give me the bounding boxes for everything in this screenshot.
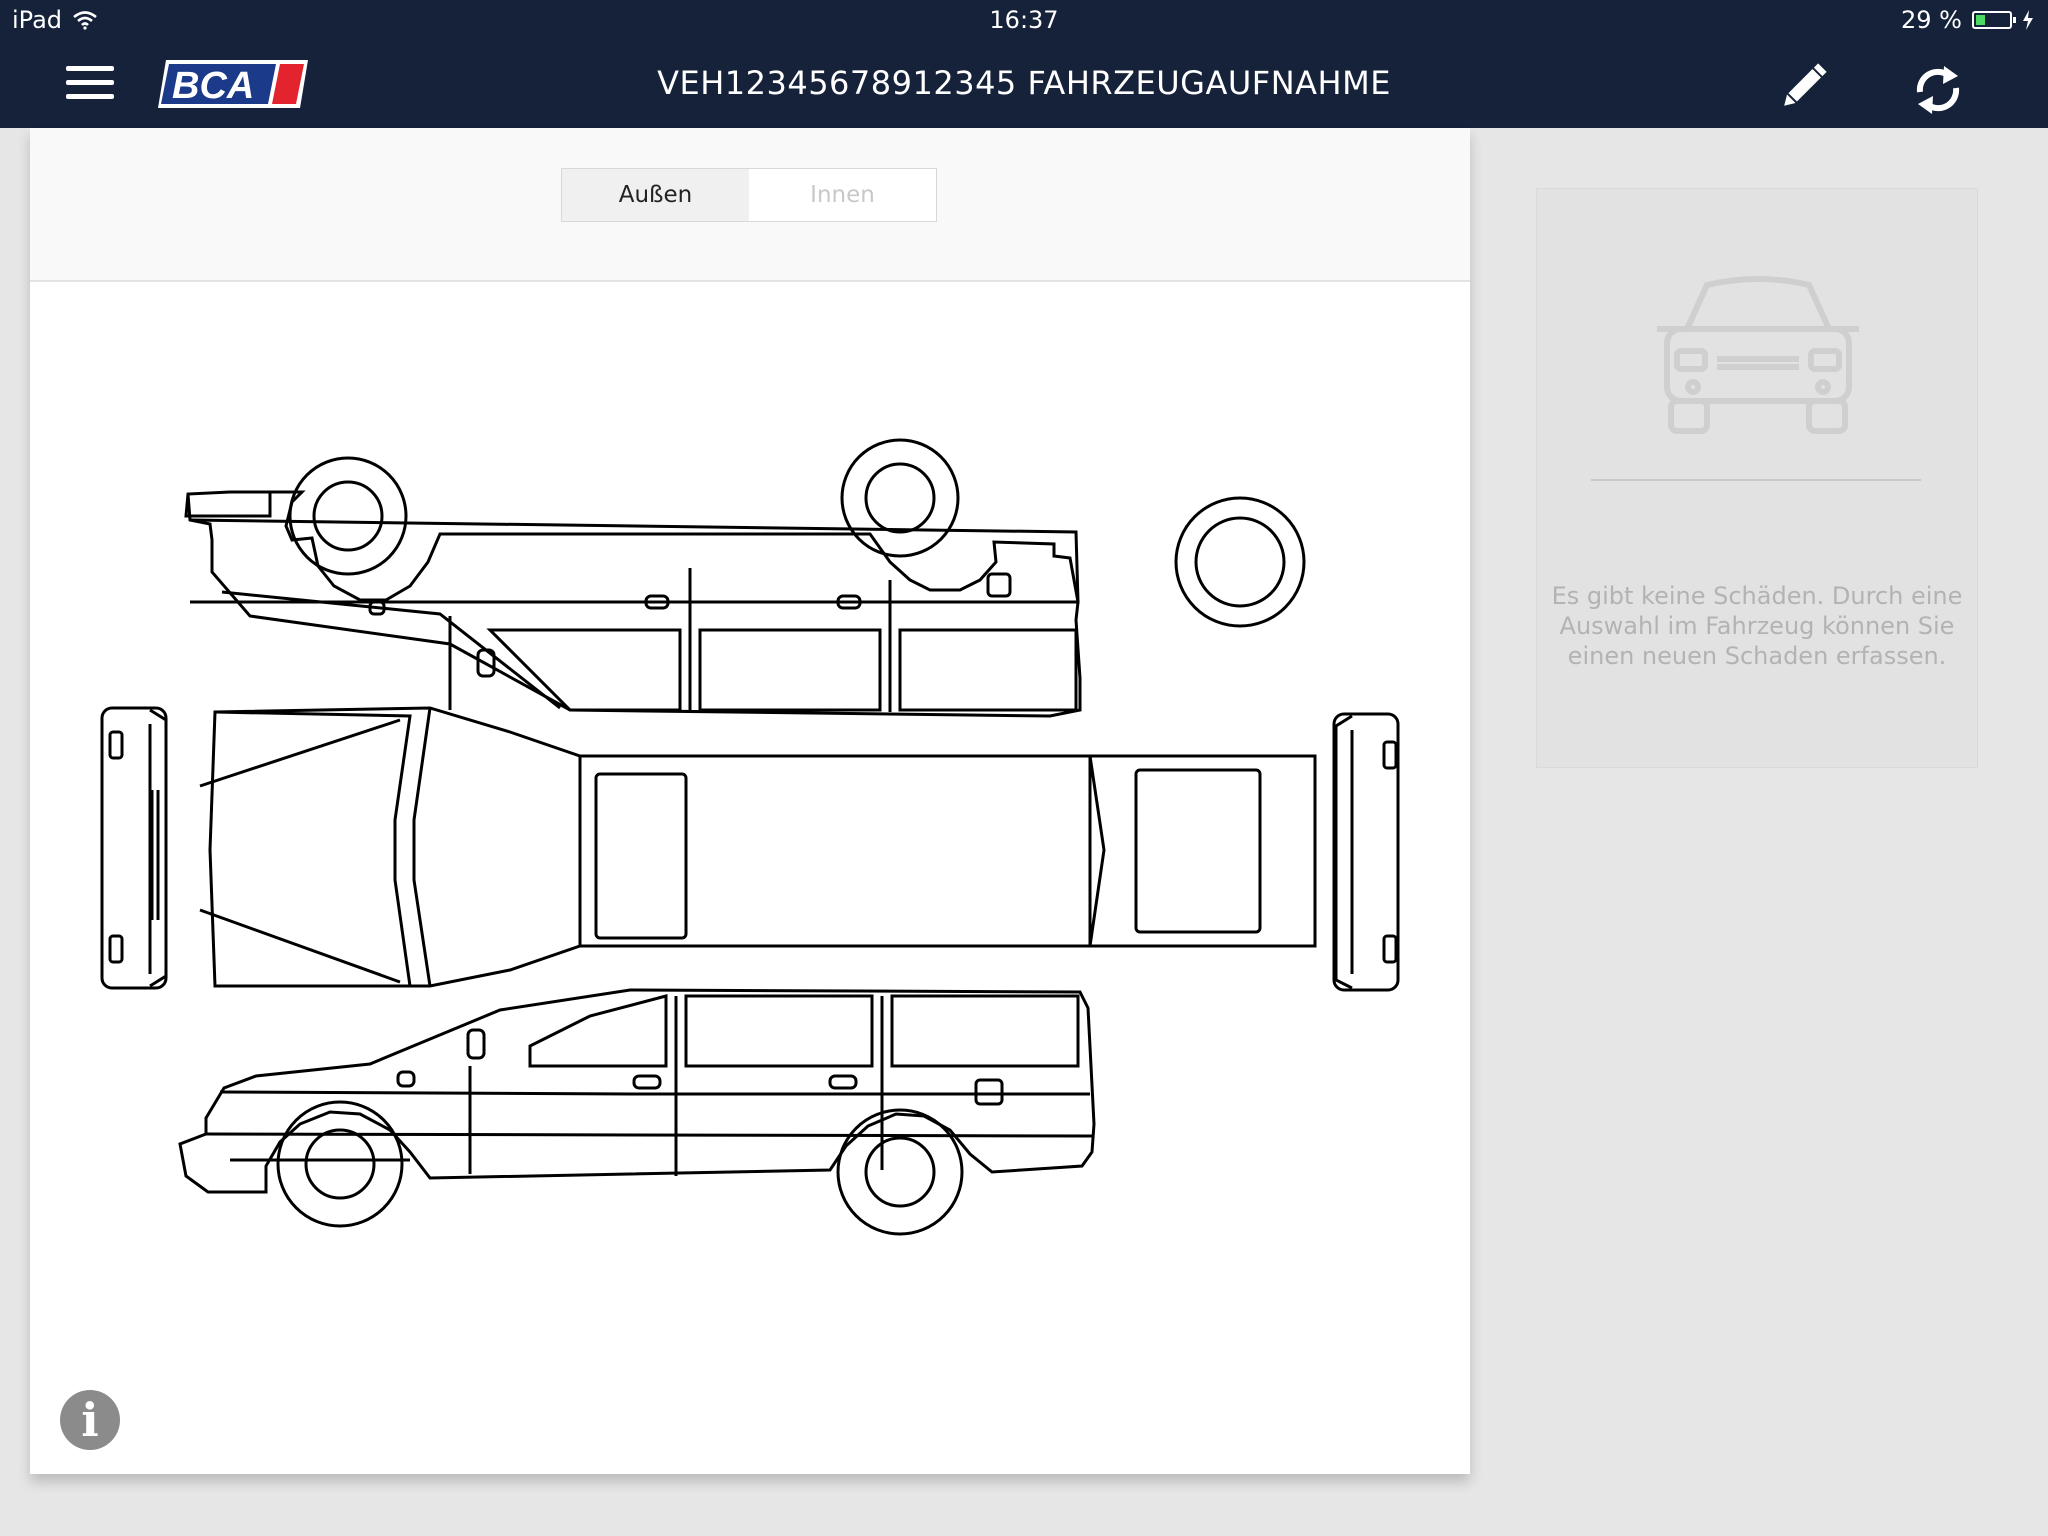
battery-percent: 29 % <box>1901 6 1962 34</box>
car-front-icon <box>1657 276 1859 434</box>
battery-level <box>1976 15 1986 25</box>
battery-icon <box>1972 11 2016 29</box>
damage-list-panel: Es gibt keine Schäden. Durch eine Auswah… <box>1536 188 1978 768</box>
view-toggle: Außen Innen <box>561 168 937 222</box>
page-title: VEH12345678912345 FAHRZEUGAUFNAHME <box>657 64 1391 102</box>
view-toggle-header: Außen Innen <box>30 128 1470 282</box>
status-time: 16:37 <box>989 6 1059 34</box>
info-icon[interactable]: i <box>60 1390 120 1450</box>
car-side-view-top[interactable] <box>184 438 1082 718</box>
tab-exterior[interactable]: Außen <box>562 169 749 221</box>
empty-state-message: Es gibt keine Schäden. Durch eine Auswah… <box>1551 582 1963 670</box>
car-top-view[interactable] <box>199 706 1317 988</box>
car-rear-view[interactable] <box>1332 712 1400 992</box>
divider <box>1591 479 1921 481</box>
lightning-icon <box>2023 10 2033 30</box>
pencil-icon[interactable] <box>1776 58 1832 114</box>
nav-bar: BCA VEH12345678912345 FAHRZEUGAUFNAHME <box>0 40 2048 128</box>
tab-interior[interactable]: Innen <box>749 169 936 221</box>
refresh-icon[interactable] <box>1908 60 1968 120</box>
status-bar: iPad 16:37 29 % <box>0 0 2048 40</box>
car-side-view-bottom[interactable] <box>178 988 1096 1236</box>
car-front-view[interactable] <box>100 706 168 990</box>
vehicle-damage-diagram[interactable] <box>30 280 1470 1380</box>
vehicle-panel: Außen Innen i <box>30 128 1470 1474</box>
